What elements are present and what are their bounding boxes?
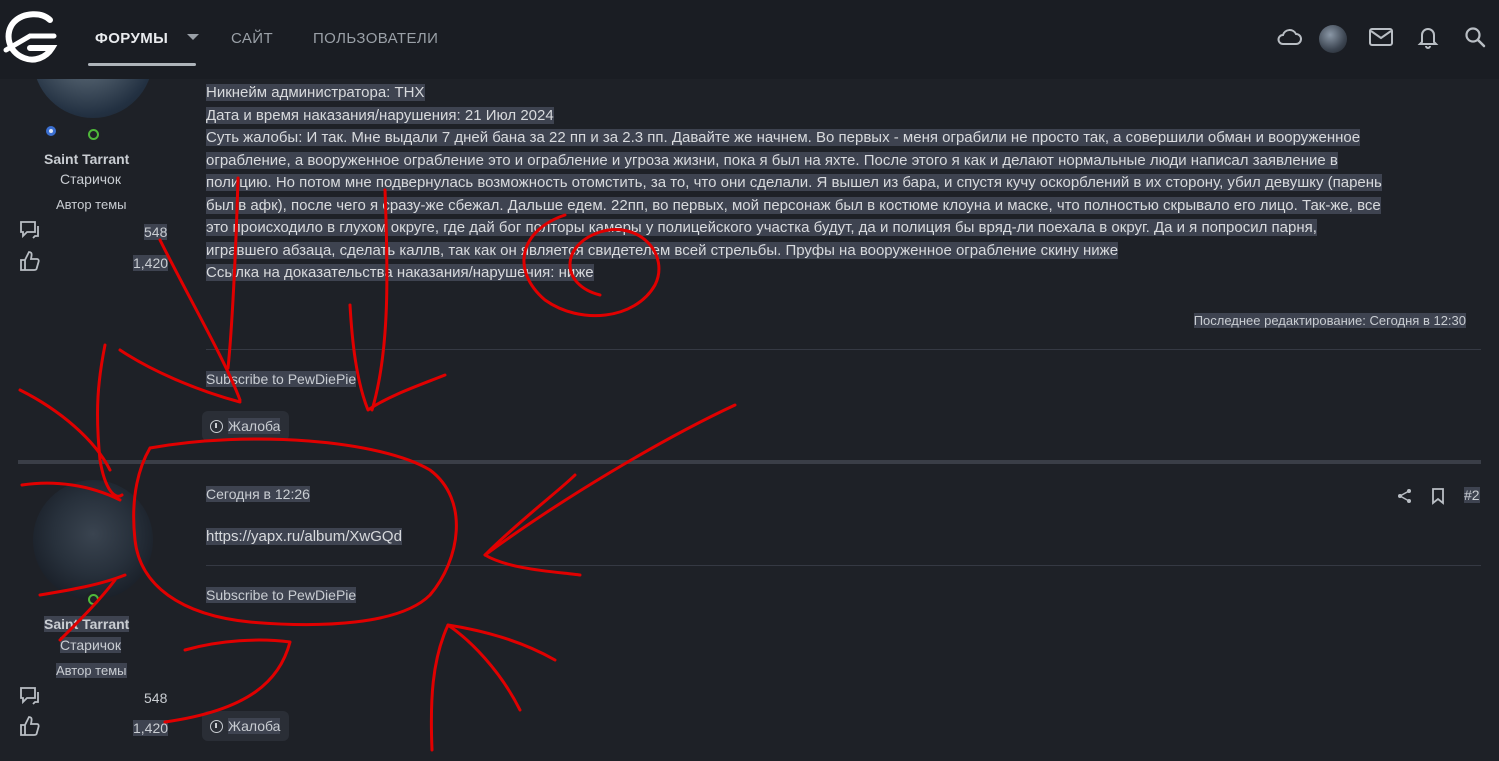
- user-avatar[interactable]: [1319, 25, 1347, 53]
- report-button[interactable]: Жалоба: [202, 411, 289, 441]
- staff-badge-icon: [46, 126, 56, 136]
- author-badge: Автор темы: [56, 197, 127, 212]
- author-reactions-count: 1,420: [133, 255, 169, 271]
- post-divider: [18, 460, 1481, 464]
- share-icon[interactable]: [1396, 487, 1414, 505]
- nav-users[interactable]: ПОЛЬЗОВАТЕЛИ: [313, 30, 438, 47]
- post-line: Никнейм администратора: THX: [206, 84, 425, 101]
- cloud-icon[interactable]: [1274, 22, 1304, 52]
- thumbs-up-icon: [20, 716, 40, 736]
- online-status-icon: [85, 126, 102, 143]
- post-body: Никнейм администратора: THX Дата и время…: [206, 82, 1466, 285]
- signature-divider: [206, 349, 1481, 350]
- post-link[interactable]: https://yapx.ru/album/XwGQd: [206, 528, 402, 545]
- speech-bubble-icon: [20, 687, 39, 705]
- report-button-label: Жалоба: [228, 418, 281, 434]
- post-number[interactable]: #2: [1464, 487, 1480, 503]
- post-line: был в афк), после чего я сразу-же сбежал…: [206, 196, 1381, 214]
- online-status-icon: [85, 591, 102, 608]
- post-line: Суть жалобы: И так. Мне выдали 7 дней ба…: [206, 129, 1361, 146]
- search-icon[interactable]: [1460, 22, 1490, 52]
- speech-bubble-icon: [20, 221, 39, 239]
- bookmark-icon[interactable]: [1430, 487, 1446, 505]
- mail-icon[interactable]: [1366, 22, 1396, 52]
- alert-circle-icon: [210, 419, 223, 433]
- post-line: полицию. Но потом мне подвернулась возмо…: [206, 174, 1382, 191]
- post-line: Дата и время наказания/нарушения: 21 Июл…: [206, 106, 554, 124]
- author-reactions-count: 1,420: [133, 720, 169, 736]
- post-line: это происходило в глухом округе, где дай…: [206, 219, 1317, 236]
- nav-forums[interactable]: ФОРУМЫ: [95, 30, 168, 47]
- signature-text: Subscribe to PewDiePie: [206, 371, 357, 387]
- report-button[interactable]: Жалоба: [202, 711, 289, 741]
- author-messages-count: 548: [144, 690, 168, 706]
- author-name[interactable]: Saint Tarrant: [44, 151, 129, 167]
- signature-text: Subscribe to PewDiePie: [206, 587, 357, 603]
- report-button-label: Жалоба: [228, 718, 281, 734]
- author-badge: Автор темы: [56, 663, 127, 678]
- nav-site[interactable]: САЙТ: [231, 30, 273, 47]
- author-title: Старичок: [60, 171, 121, 187]
- nav-active-indicator: [88, 63, 196, 66]
- chevron-down-icon[interactable]: [187, 34, 199, 40]
- thumbs-up-icon: [20, 251, 40, 271]
- author-avatar[interactable]: [33, 480, 153, 600]
- post-line: игравшего абзацa, сделать каллв, так как…: [206, 241, 1119, 259]
- logo-icon[interactable]: [0, 6, 62, 68]
- author-title: Старичок: [60, 637, 121, 653]
- top-navigation-bar: ФОРУМЫ САЙТ ПОЛЬЗОВАТЕЛИ: [0, 0, 1499, 79]
- post-line: ограбление, а вооруженное ограбление это…: [206, 151, 1338, 169]
- post-date[interactable]: Сегодня в 12:26: [206, 486, 310, 502]
- post-line: Ссылка на доказательства наказания/наруш…: [206, 264, 594, 281]
- last-edited-note: Последнее редактирование: Сегодня в 12:3…: [1193, 313, 1466, 328]
- author-messages-count: 548: [144, 224, 168, 240]
- author-name[interactable]: Saint Tarrant: [44, 616, 130, 632]
- signature-divider: [206, 565, 1481, 566]
- bell-icon[interactable]: [1413, 22, 1443, 52]
- alert-circle-icon: [210, 719, 223, 733]
